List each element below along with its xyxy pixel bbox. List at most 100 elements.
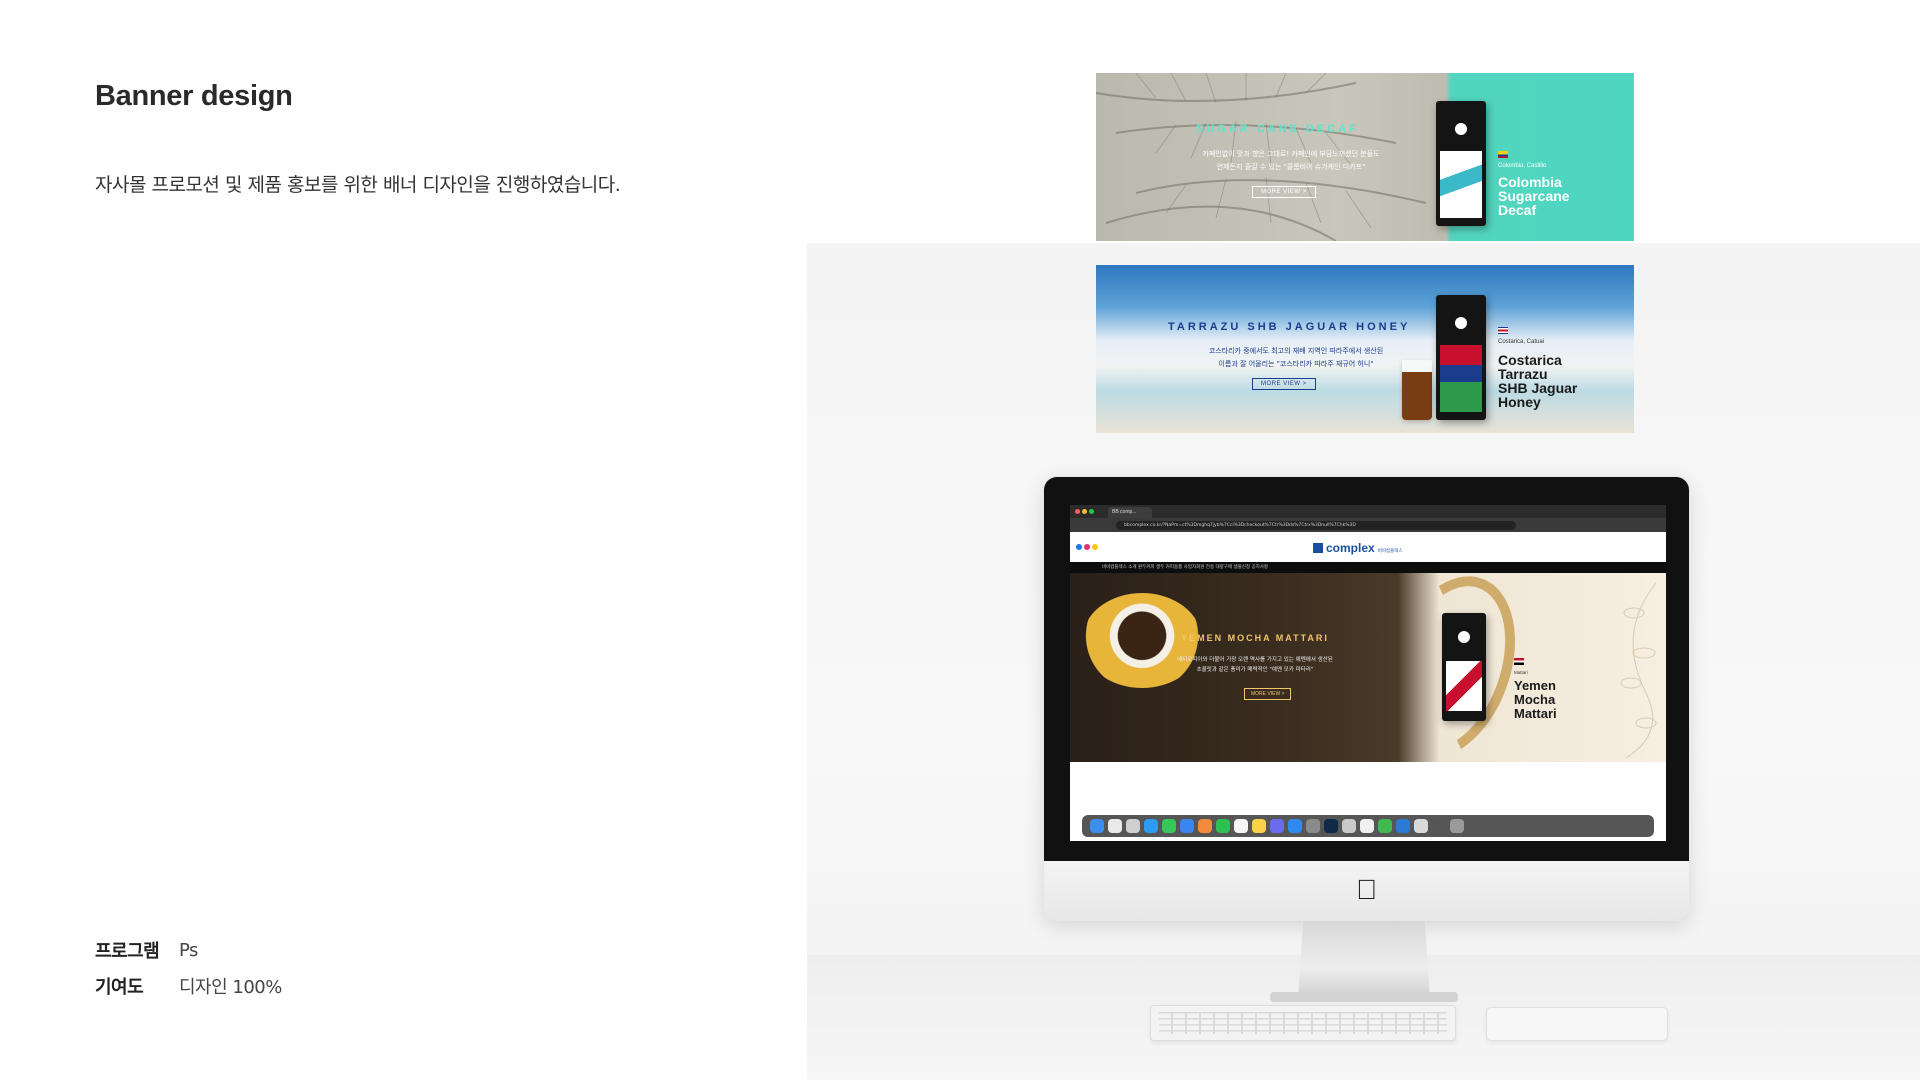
banner1-name-line1: Colombia [1498,174,1562,190]
banner1-copy-line1: 카페인없이 맛과 향은 그대로! 카페인에 부담느끼셨던 분들도 [1202,150,1380,158]
imac-screen: BB comp... bbcomplex.co.kr/?NaPm=ct%3Dmg… [1070,505,1666,841]
banner1-coffee-bag [1436,101,1486,226]
settings-icon[interactable] [1306,819,1320,833]
meta-row-program: 프로그램 Ps [95,932,282,968]
hero-banner: YEMEN MOCHA MATTARI 에티오피아와 더불어 가장 오랜 역사를… [1070,558,1666,777]
site-logo-text: complex [1326,541,1375,555]
notes-icon[interactable] [1252,819,1266,833]
site-logo-sub: 비비컴플렉스 [1377,548,1403,553]
app-store-icon[interactable] [1288,819,1302,833]
facetime-icon[interactable] [1216,819,1230,833]
iced-coffee-glass-icon [1402,360,1432,420]
hero-more-view-button[interactable]: MORE VIEW > [1244,688,1292,700]
dock-app-icons [1090,819,1464,833]
banner1-name-line3: Decaf [1498,202,1537,218]
kakao-icon[interactable] [1092,544,1098,550]
site-nav-items[interactable]: 비비컴플렉스 소개 원두커피 생두 커피용품 사업자회원 전용 대량구매 샘플신… [1102,564,1268,570]
app-icon[interactable] [1270,819,1284,833]
minimize-window-icon[interactable] [1082,509,1087,514]
banner1-name-line2: Sugarcane [1498,188,1570,204]
facebook-icon[interactable] [1076,544,1082,550]
banner2-name-line3: SHB Jaguar [1498,380,1578,396]
calendar-icon[interactable] [1234,819,1248,833]
meta-row-contribution: 기여도 디자인 100% [95,968,282,1004]
banner1-more-view-button[interactable]: MORE VIEW > [1252,186,1316,198]
app-icon[interactable] [1378,819,1392,833]
browser-toolbar: bbcomplex.co.kr/?NaPm=ct%3Dmghq7jyb%7Cci… [1070,518,1666,532]
keyboard [1150,1005,1456,1041]
botanical-leaves-icon [1620,582,1657,759]
imac-stand-foot [1270,992,1458,1002]
colombia-flag-icon [1498,151,1508,158]
banner2-name-line4: Honey [1498,394,1541,410]
site-header: complex 비비컴플렉스 [1070,532,1666,562]
banner1-product-name: Colombia Sugarcane Decaf [1498,175,1570,217]
bag-label [1446,661,1482,711]
bag-label [1440,345,1482,412]
hero-name-line2: Mocha [1514,692,1556,707]
banner2-copy-line1: 코스타리카 중에서도 최고의 재배 지역인 따라주에서 생산된 [1208,347,1384,355]
trackpad [1486,1007,1668,1041]
address-bar[interactable]: bbcomplex.co.kr/?NaPm=ct%3Dmghq7jyb%7Cci… [1116,521,1516,530]
chrome-icon[interactable] [1360,819,1374,833]
banner-sugarcane-decaf: SUGAR CANE DECAF 카페인없이 맛과 향은 그대로! 카페인에 부… [1096,73,1634,241]
site-logo[interactable]: complex 비비컴플렉스 [1313,541,1403,555]
brand-mark-icon [1313,543,1323,553]
vscode-icon[interactable] [1396,819,1410,833]
hero-copy-line1: 에티오피아와 더불어 가장 오랜 역사를 가지고 있는 예멘에서 생산된 [1177,657,1333,663]
banner2-origin: Costarica, Catuai [1498,339,1545,345]
yemen-flag-icon [1514,658,1524,665]
banner2-more-view-button[interactable]: MORE VIEW > [1252,378,1316,390]
messages-icon[interactable] [1162,819,1176,833]
hero-name-line3: Mattari [1514,706,1557,721]
banner2-title: TARRAZU SHB JAGUAR HONEY [1168,321,1411,333]
meta-label-program: 프로그램 [95,941,160,962]
photos-icon[interactable] [1198,819,1212,833]
banner2-coffee-bag [1436,295,1486,420]
app-icon[interactable] [1126,819,1140,833]
safari-icon[interactable] [1144,819,1158,833]
imac-stand [1298,921,1430,999]
app-icon[interactable] [1342,819,1356,833]
banner2-name-line2: Tarrazu [1498,366,1548,382]
hero-coffee-bag [1442,613,1486,721]
costarica-flag-icon [1498,327,1508,334]
project-meta: 프로그램 Ps 기여도 디자인 100% [95,932,282,1004]
banner2-copy: 코스타리카 중에서도 최고의 재배 지역인 따라주에서 생산된 이름과 잘 어울… [1176,345,1416,371]
instagram-icon[interactable] [1084,544,1090,550]
mail-icon[interactable] [1180,819,1194,833]
app-icon[interactable] [1414,819,1428,833]
photoshop-icon[interactable] [1324,819,1338,833]
banner1-origin: Colombia, Castillo [1498,163,1547,169]
banner2-product-name: Costarica Tarrazu SHB Jaguar Honey [1498,353,1577,409]
bag-label [1440,151,1482,218]
brand-logo-icon [1458,631,1470,643]
banner1-title: SUGAR CANE DECAF [1196,123,1359,135]
banner1-copy: 카페인없이 맛과 향은 그대로! 카페인에 부담느끼셨던 분들도 언제든지 즐길… [1166,148,1416,174]
meta-value-contribution: 디자인 100% [179,977,282,998]
section-title: Banner design [95,80,293,112]
app-icon[interactable] [1432,819,1446,833]
hero-title: YEMEN MOCHA MATTARI [1181,633,1329,643]
keyboard-keys [1159,1012,1447,1034]
browser-tabbar: BB comp... [1070,505,1666,518]
launchpad-icon[interactable] [1108,819,1122,833]
hero-copy: 에티오피아와 더불어 가장 오랜 역사를 가지고 있는 예멘에서 생산된 초콜릿… [1150,655,1360,675]
apple-logo-icon:  [1356,876,1377,904]
brand-logo-icon [1455,317,1467,329]
hero-name-line1: Yemen [1514,678,1556,693]
trash-icon[interactable] [1450,819,1464,833]
hero-origin: Mattari [1514,670,1528,675]
maximize-window-icon[interactable] [1089,509,1094,514]
section-description: 자사몰 프로모션 및 제품 홍보를 위한 배너 디자인을 진행하였습니다. [95,174,621,196]
close-window-icon[interactable] [1075,509,1080,514]
site-nav: 비비컴플렉스 소개 원두커피 생두 커피용품 사업자회원 전용 대량구매 샘플신… [1070,562,1666,573]
banner-tarrazu-jaguar-honey: TARRAZU SHB JAGUAR HONEY 코스타리카 중에서도 최고의 … [1096,265,1634,433]
meta-label-contribution: 기여도 [95,977,144,998]
banner1-copy-line2: 언제든지 즐길 수 있는 "콜롬비아 슈가케인 디카프" [1216,163,1366,171]
hero-product-name: Yemen Mocha Mattari [1514,679,1557,721]
macos-dock [1082,815,1654,837]
finder-icon[interactable] [1090,819,1104,833]
banner2-name-line1: Costarica [1498,352,1562,368]
browser-tab[interactable]: BB comp... [1108,507,1152,518]
